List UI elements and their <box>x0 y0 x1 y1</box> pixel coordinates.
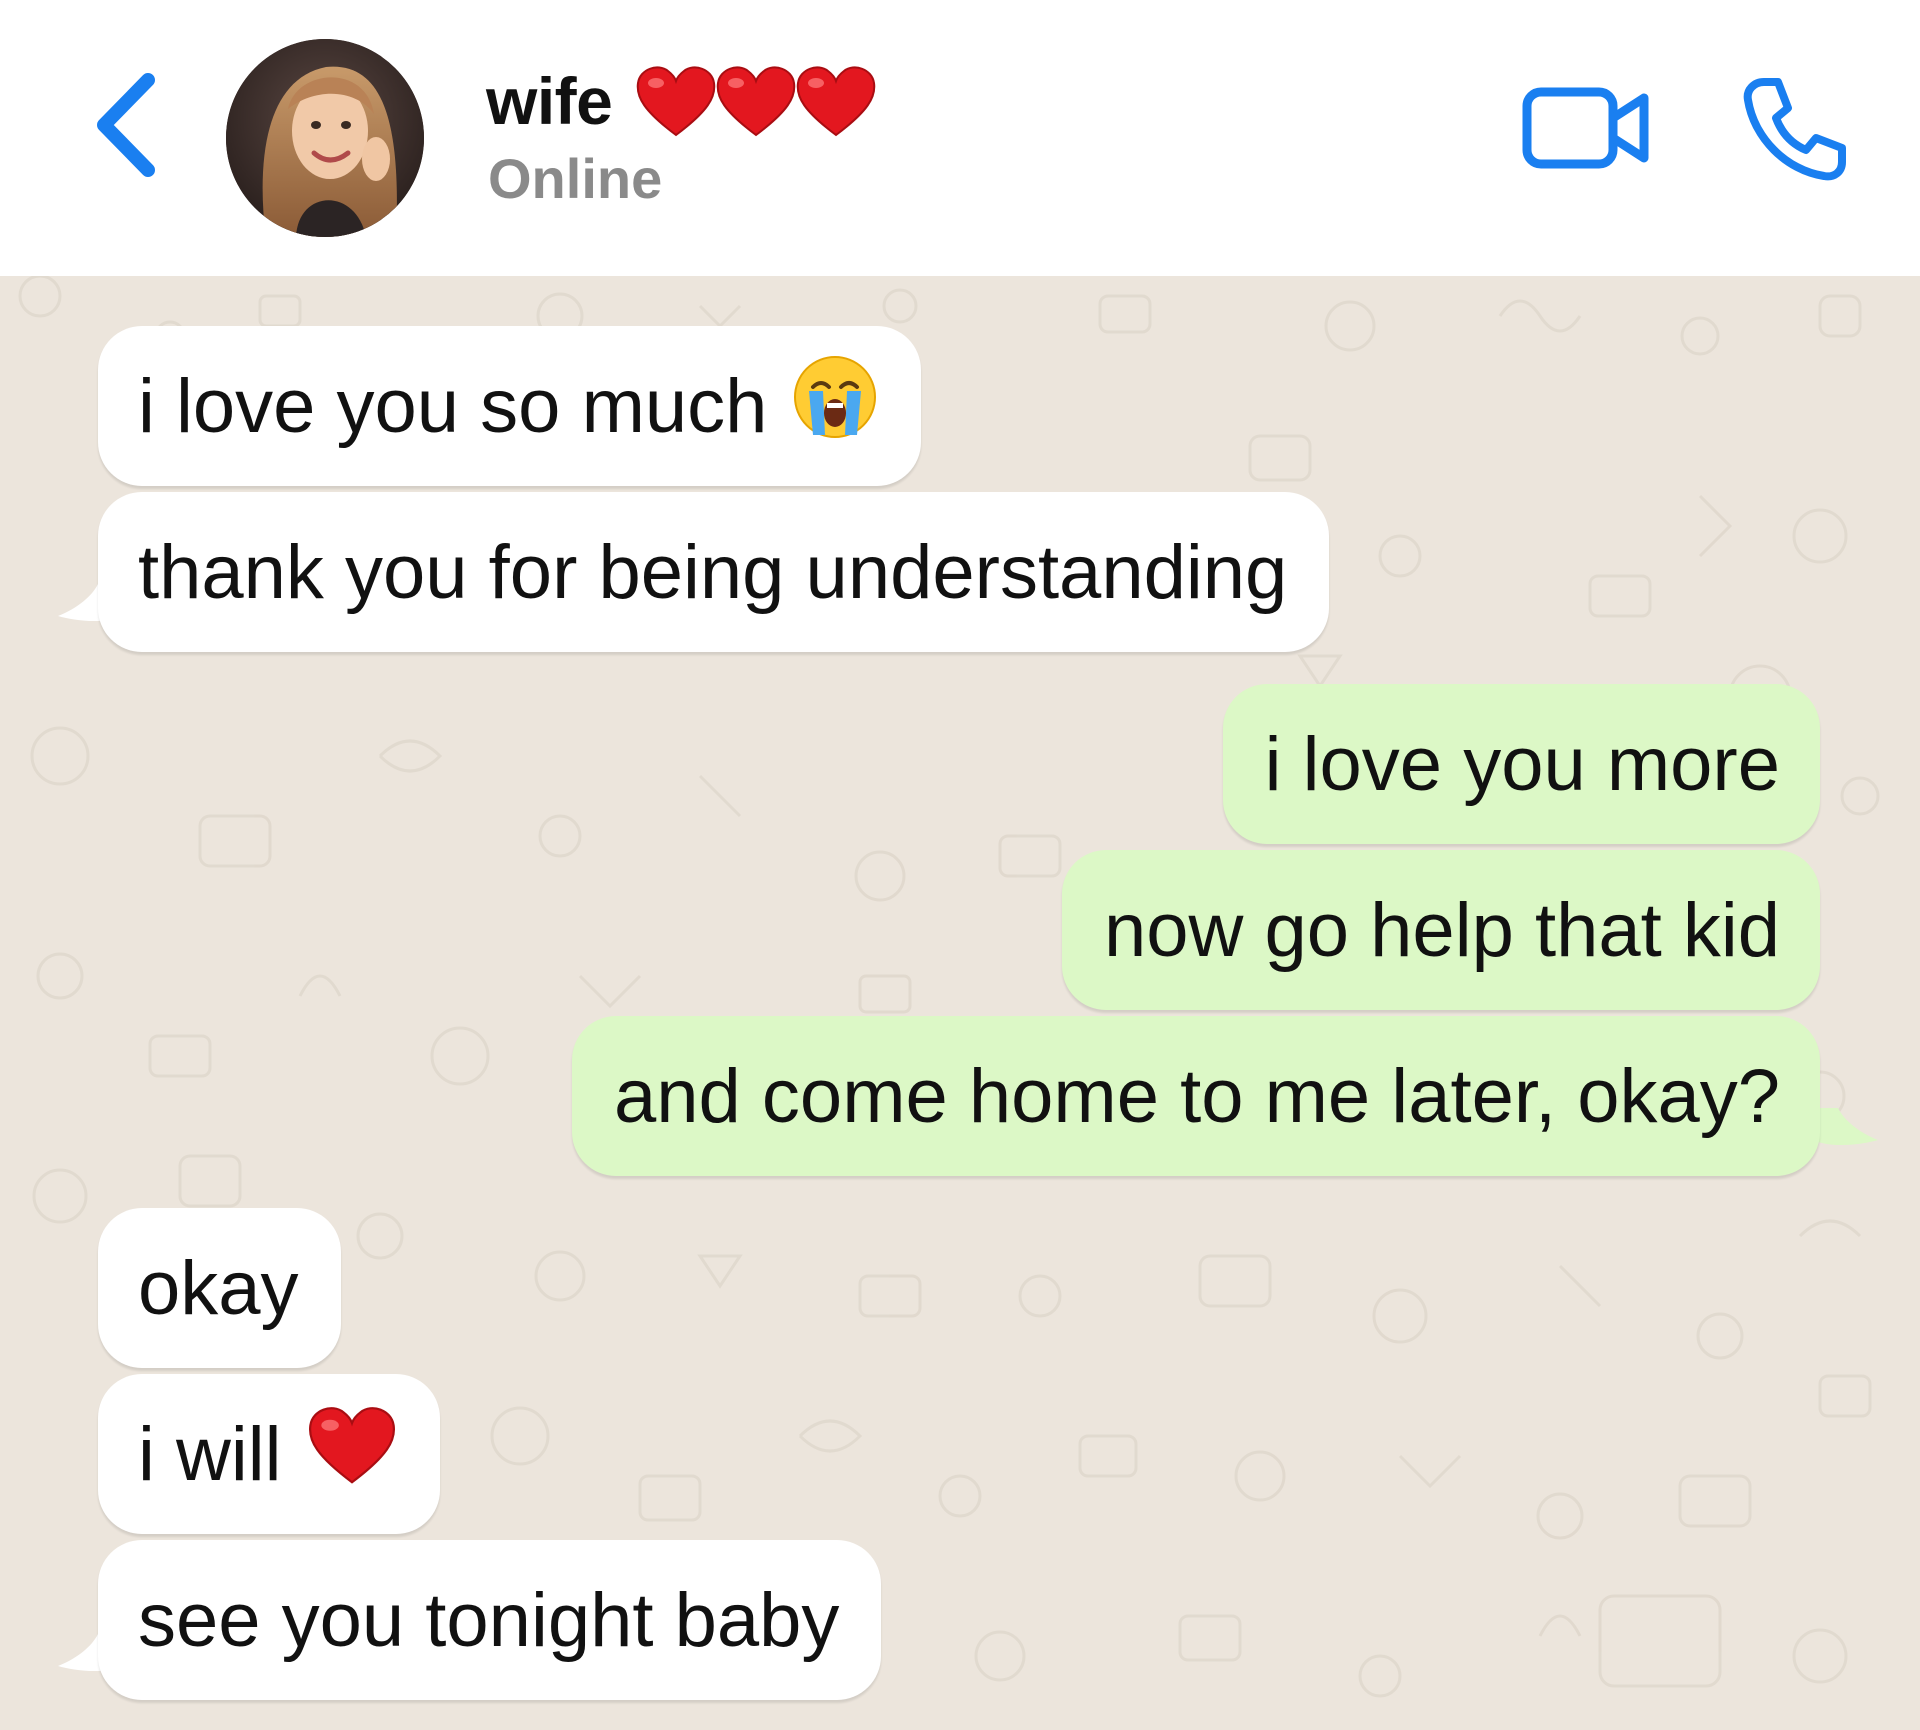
message-list[interactable]: i love you so much thank you for being u… <box>0 276 1920 1730</box>
message-incoming[interactable]: i will <box>98 1374 440 1534</box>
message-text: i love you more <box>1264 721 1780 807</box>
contact-status: Online <box>488 147 663 210</box>
message-incoming[interactable]: okay <box>98 1208 341 1368</box>
message-text: see you tonight baby <box>138 1577 840 1663</box>
message-text: i love you so much <box>138 363 768 449</box>
chat-header: wife Online <box>0 0 1920 276</box>
message-text: and come home to me later, okay? <box>614 1053 1780 1139</box>
message-text: now go help that kid <box>1103 887 1780 973</box>
heart-emojis <box>634 63 876 139</box>
contact-avatar[interactable] <box>226 39 424 237</box>
message-outgoing[interactable]: now go help that kid <box>1061 850 1820 1010</box>
phone-call-icon[interactable] <box>1740 74 1850 184</box>
message-outgoing[interactable]: and come home to me later, okay? <box>572 1016 1820 1176</box>
video-call-icon[interactable] <box>1522 82 1652 172</box>
heart-icon <box>717 66 796 137</box>
heart-icon <box>797 66 876 137</box>
message-incoming[interactable]: i love you so much <box>98 326 922 486</box>
heart-icon <box>637 66 716 137</box>
contact-name: wife <box>486 64 613 138</box>
message-incoming[interactable]: thank you for being understanding <box>98 492 1330 652</box>
bubble-tail <box>1818 1108 1878 1146</box>
back-chevron-icon[interactable] <box>92 70 162 180</box>
message-incoming[interactable]: see you tonight baby <box>98 1540 882 1700</box>
message-outgoing[interactable]: i love you more <box>1222 684 1820 844</box>
red-heart-icon <box>306 1403 398 1505</box>
message-text: thank you for being understanding <box>138 529 1288 615</box>
message-text: i will <box>138 1411 282 1497</box>
contact-name-row[interactable]: wife <box>486 56 876 146</box>
message-text: okay <box>138 1245 299 1331</box>
loudly-crying-face-icon <box>791 353 879 459</box>
